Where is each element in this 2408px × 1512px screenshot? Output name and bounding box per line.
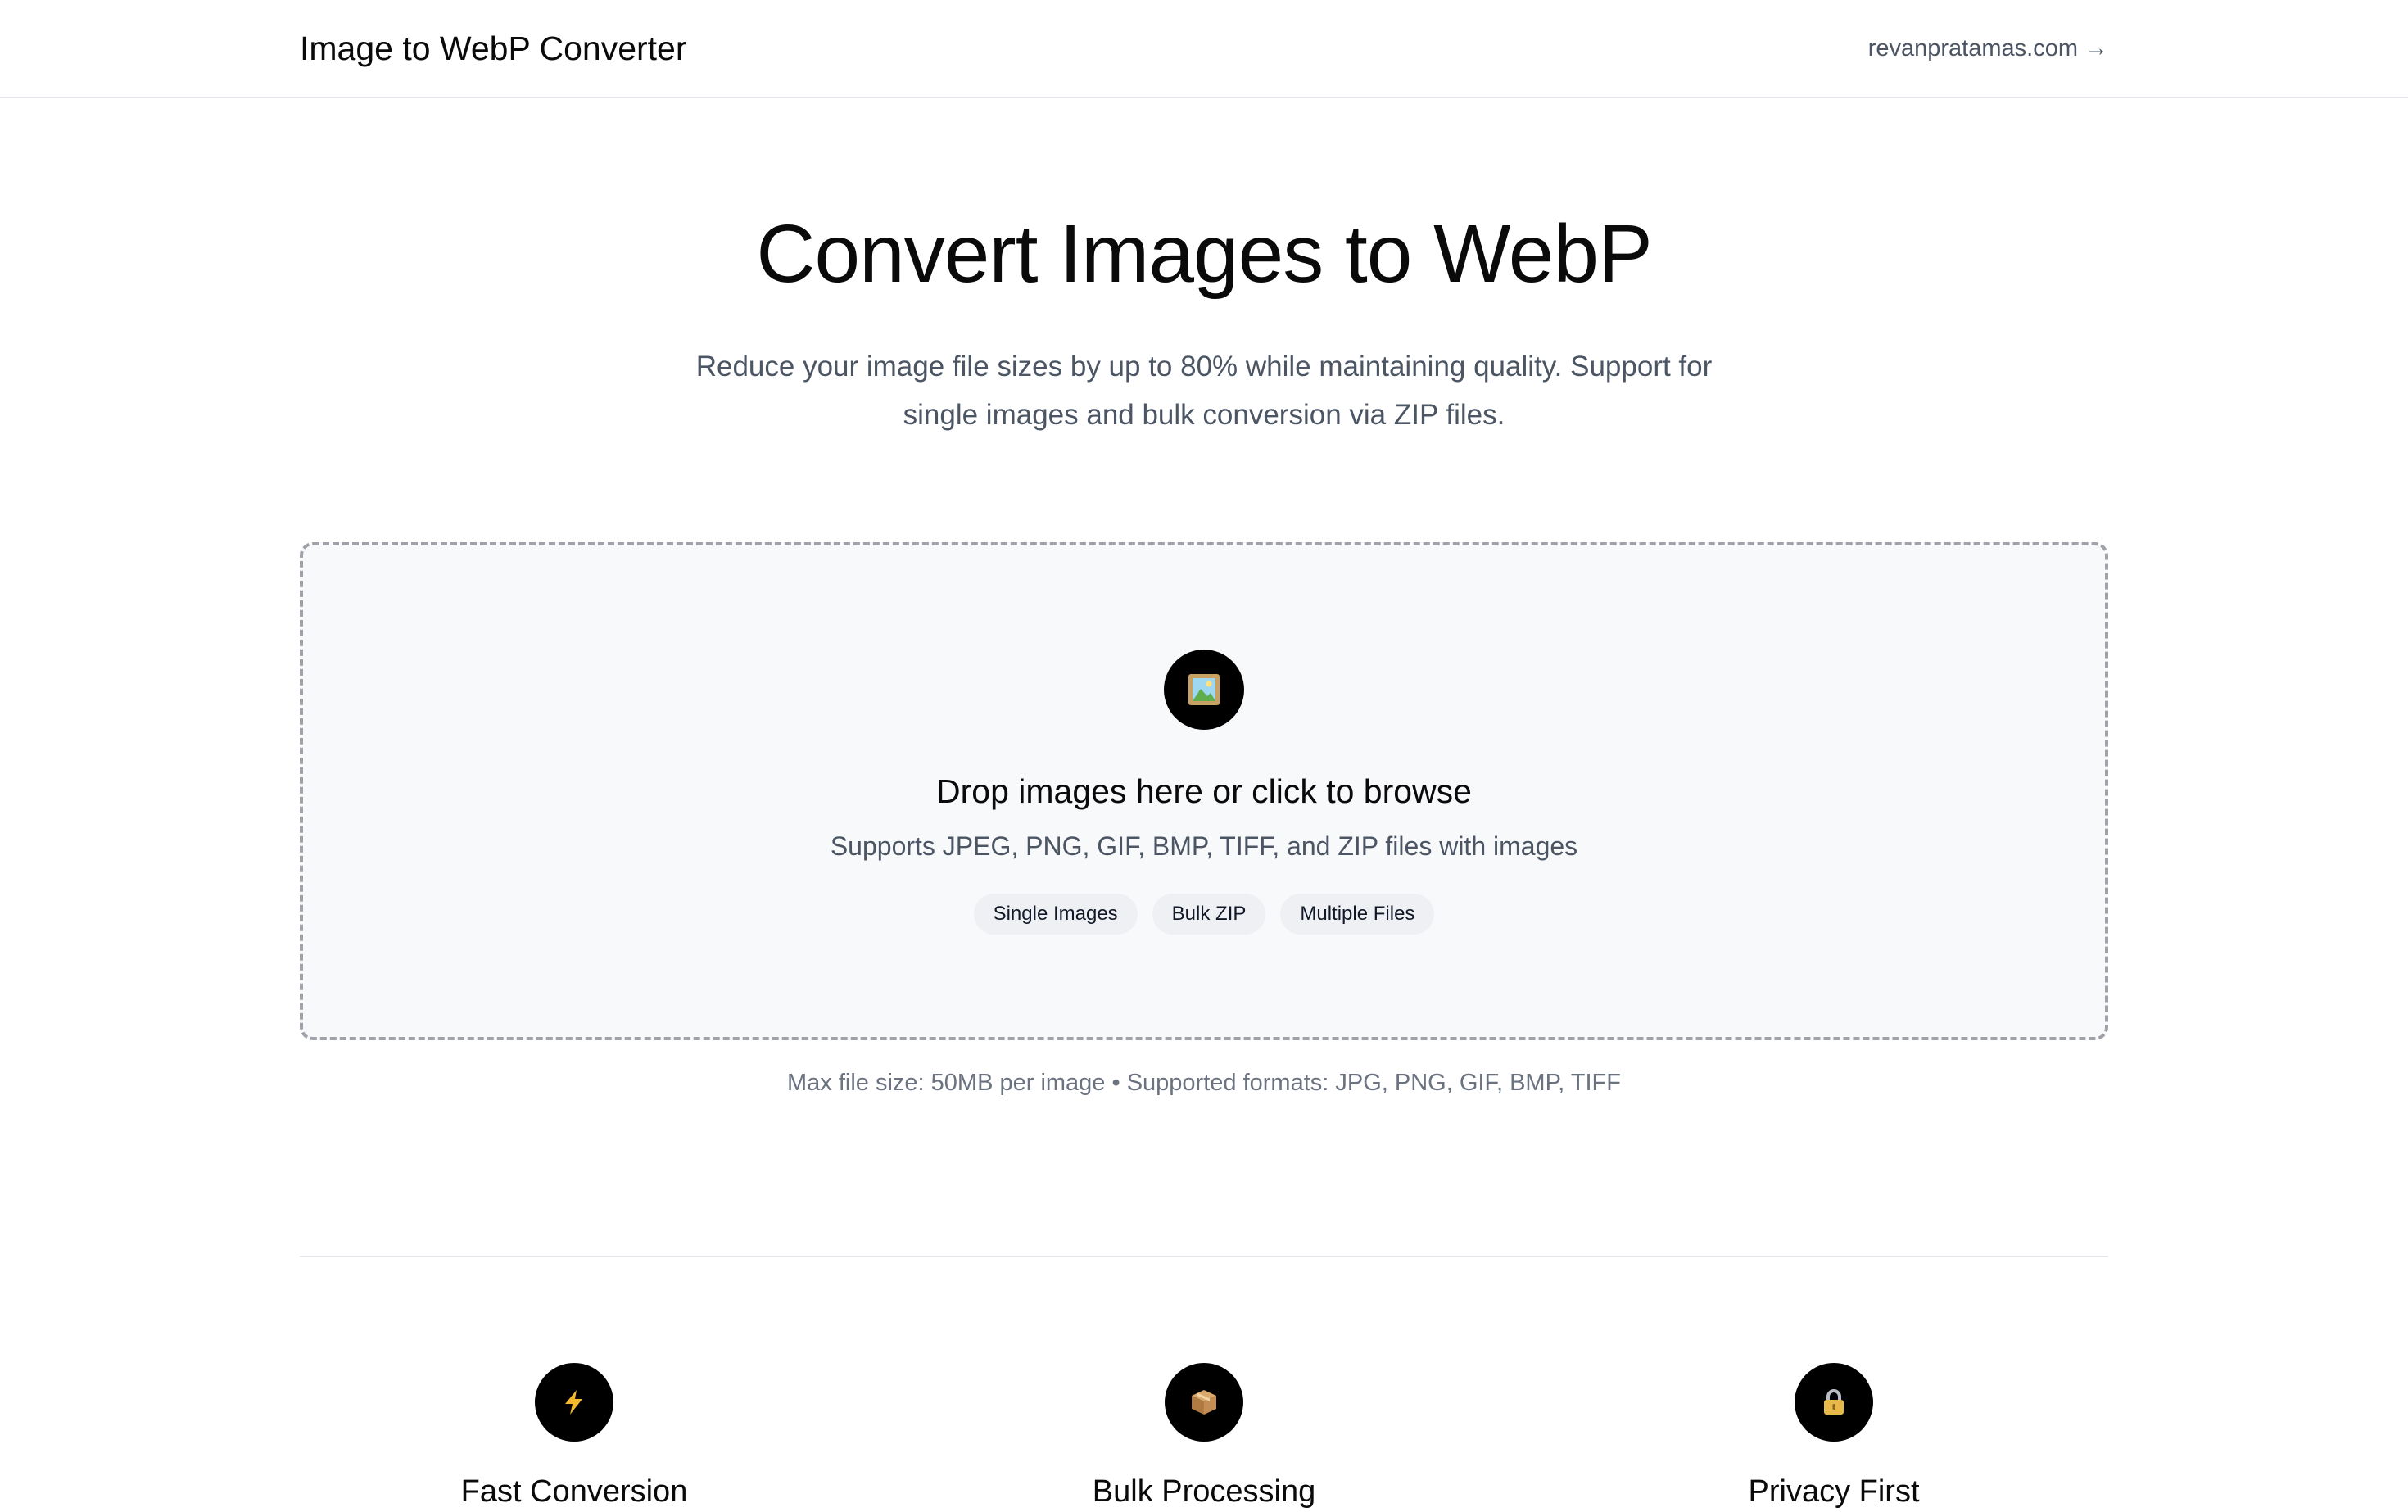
lock-icon [1795,1363,1873,1442]
upload-mode-chips: Single Images Bulk ZIP Multiple Files [303,894,2105,935]
app-title: Image to WebP Converter [300,29,687,67]
package-icon [1165,1363,1243,1442]
chip-bulk-zip: Bulk ZIP [1152,894,1266,935]
page-title: Convert Images to WebP [756,208,1652,300]
page-subtitle: Reduce your image file sizes by up to 80… [695,351,1713,431]
site-link[interactable]: revanpratamas.com → [1868,31,2108,66]
chip-multiple-files: Multiple Files [1280,894,1435,935]
section-divider [300,1256,2108,1257]
file-limits-note: Max file size: 50MB per image • Supporte… [787,1070,1621,1096]
dropzone-title: Drop images here or click to browse [936,772,1472,810]
dropzone-subtitle: Supports JPEG, PNG, GIF, BMP, TIFF, and … [830,831,1578,861]
site-link-label: revanpratamas.com [1867,35,2078,61]
file-dropzone[interactable]: Drop images here or click to browse Supp… [300,542,2108,1040]
image-frame-icon [1164,650,1244,730]
top-bar: Image to WebP Converter revanpratamas.co… [0,0,2408,98]
chip-single-images: Single Images [973,894,1138,935]
feature-bulk-processing: Bulk Processing [917,1363,1491,1509]
feature-privacy-first: Privacy First [1547,1363,2121,1509]
arrow-right-icon: → [2084,35,2108,61]
lightning-icon [535,1363,613,1442]
feature-fast-conversion: Fast Conversion [287,1363,861,1509]
